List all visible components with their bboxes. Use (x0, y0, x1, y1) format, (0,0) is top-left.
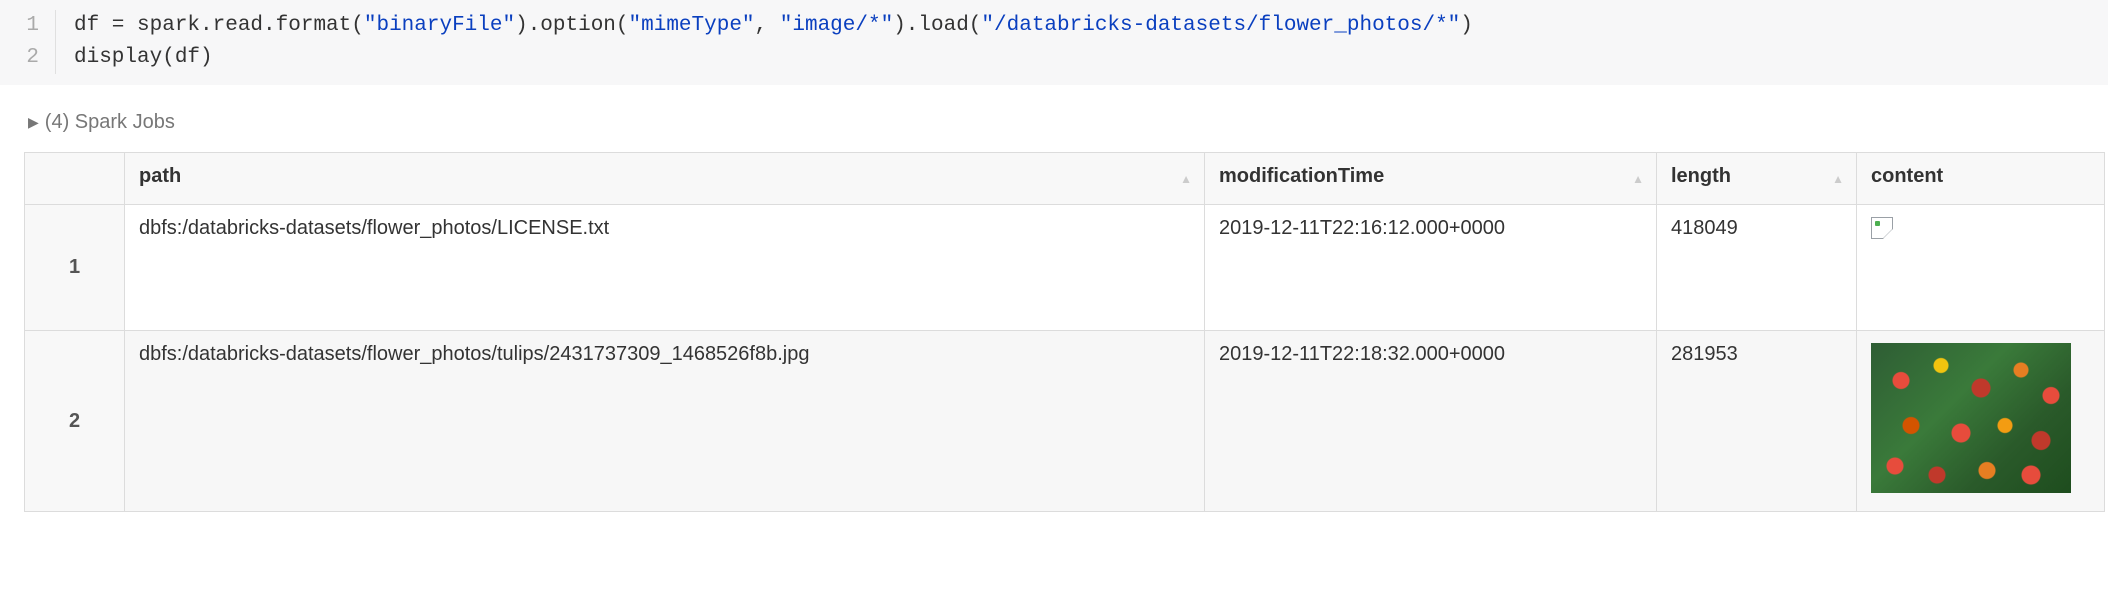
sort-icon[interactable]: ▲ (1180, 172, 1192, 186)
table-row[interactable]: 1dbfs:/databricks-datasets/flower_photos… (25, 205, 2105, 331)
line-number: 1 (0, 10, 39, 42)
code-line[interactable]: df = spark.read.format("binaryFile").opt… (74, 10, 1473, 42)
cell-path: dbfs:/databricks-datasets/flower_photos/… (125, 205, 1205, 331)
spark-jobs-expander[interactable]: ▶ (4) Spark Jobs (28, 111, 175, 134)
code-gutter: 12 (0, 10, 56, 74)
row-index: 1 (25, 205, 125, 331)
col-header-label: path (139, 165, 181, 187)
col-header-label: content (1871, 165, 1943, 187)
result-table: path ▲ modificationTime ▲ length ▲ conte… (24, 152, 2105, 512)
cell-modificationTime: 2019-12-11T22:16:12.000+0000 (1205, 205, 1657, 331)
sort-icon[interactable]: ▲ (1632, 172, 1644, 186)
cell-content (1857, 205, 2105, 331)
col-header-length[interactable]: length ▲ (1657, 153, 1857, 205)
spark-jobs-label: (4) Spark Jobs (45, 111, 175, 134)
code-line[interactable]: display(df) (74, 42, 1473, 74)
broken-image-icon (1871, 217, 1893, 239)
cell-content (1857, 331, 2105, 512)
sort-icon[interactable]: ▲ (1832, 172, 1844, 186)
row-index: 2 (25, 331, 125, 512)
col-header-modificationTime[interactable]: modificationTime ▲ (1205, 153, 1657, 205)
col-header-content[interactable]: content (1857, 153, 2105, 205)
line-number: 2 (0, 42, 39, 74)
table-row[interactable]: 2dbfs:/databricks-datasets/flower_photos… (25, 331, 2105, 512)
table-header-row: path ▲ modificationTime ▲ length ▲ conte… (25, 153, 2105, 205)
col-header-label: length (1671, 165, 1731, 187)
cell-modificationTime: 2019-12-11T22:18:32.000+0000 (1205, 331, 1657, 512)
code-cell[interactable]: 12 df = spark.read.format("binaryFile").… (0, 0, 2108, 85)
cell-length: 418049 (1657, 205, 1857, 331)
cell-length: 281953 (1657, 331, 1857, 512)
image-thumbnail (1871, 343, 2071, 493)
row-index-header[interactable] (25, 153, 125, 205)
caret-right-icon: ▶ (28, 114, 39, 131)
col-header-label: modificationTime (1219, 165, 1384, 187)
col-header-path[interactable]: path ▲ (125, 153, 1205, 205)
code-area[interactable]: df = spark.read.format("binaryFile").opt… (56, 10, 1473, 74)
cell-path: dbfs:/databricks-datasets/flower_photos/… (125, 331, 1205, 512)
